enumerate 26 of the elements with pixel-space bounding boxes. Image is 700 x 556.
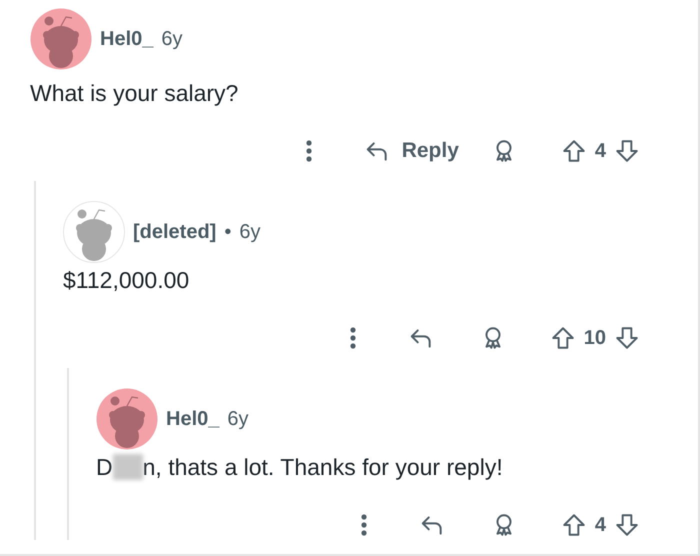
vote-count: 4 [594,140,606,162]
username[interactable]: Hel0_ [100,28,154,50]
avatar-icon [63,201,125,263]
comment-age: 6y [227,408,248,430]
comment-age: 6y [161,28,182,50]
upvote-icon[interactable] [560,512,587,538]
comment-text: $112,000.00 [63,266,190,295]
username[interactable]: [deleted] [133,220,216,244]
comment-text: D n, thats a lot. Thanks for your reply! [96,453,504,482]
upvote-icon[interactable] [560,138,587,164]
separator-dot: • [224,220,232,244]
more-options-icon[interactable] [358,512,369,538]
avatar-icon [96,388,158,450]
vote-count: 4 [594,514,606,536]
more-options-icon[interactable] [304,138,314,164]
comment-text: What is your salary? [30,79,240,108]
username[interactable]: Hel0_ [166,408,220,430]
comment-age: 6y [239,220,260,244]
upvote-icon[interactable] [550,325,576,351]
more-options-icon[interactable] [348,325,358,351]
vote-count: 10 [584,326,606,350]
avatar-icon [30,8,92,70]
reply-button[interactable]: Reply [364,138,459,164]
downvote-icon[interactable] [614,512,640,538]
downvote-icon[interactable] [614,138,640,164]
downvote-icon[interactable] [614,325,640,351]
